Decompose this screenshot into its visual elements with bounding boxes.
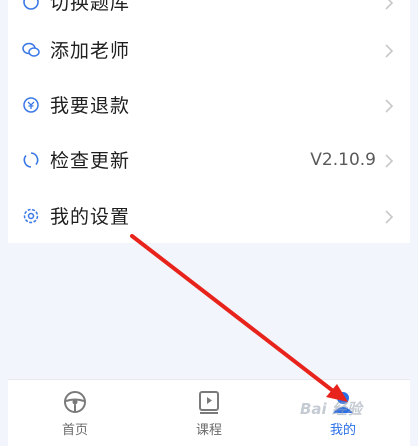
tab-home[interactable]: 首页 xyxy=(8,380,142,446)
menu-item-check-update[interactable]: 检查更新 V2.10.9 xyxy=(8,132,410,187)
profile-icon xyxy=(330,389,356,415)
menu-item-label: 检查更新 xyxy=(50,150,131,172)
menu-item-label: 我的设置 xyxy=(50,206,131,228)
tab-label: 课程 xyxy=(195,423,222,438)
course-play-icon xyxy=(196,389,222,415)
tab-mine[interactable]: 我的 xyxy=(276,380,410,446)
tab-label: 首页 xyxy=(61,423,88,438)
menu-item-my-settings[interactable]: 我的设置 xyxy=(8,188,410,243)
menu-item-label: 我要退款 xyxy=(50,95,131,117)
tab-course[interactable]: 课程 xyxy=(142,380,276,446)
chevron-right-icon xyxy=(384,153,394,168)
menu-item-label: 切换题库 xyxy=(50,0,131,14)
settings-menu: 切换题库 添加老师 我要退款 检查更新 V2.10.9 我的设置 xyxy=(8,0,410,243)
version-value: V2.10.9 xyxy=(310,149,376,170)
bottom-tab-bar: 首页 课程 我的 xyxy=(8,379,410,446)
chevron-right-icon xyxy=(384,43,394,58)
refresh-icon xyxy=(22,151,40,169)
chevron-right-icon xyxy=(384,209,394,224)
tab-label: 我的 xyxy=(329,423,356,438)
switch-icon xyxy=(22,0,40,11)
refund-icon xyxy=(22,96,40,114)
chevron-right-icon xyxy=(384,0,394,10)
menu-item-label: 添加老师 xyxy=(50,40,131,62)
wechat-icon xyxy=(22,41,40,59)
chevron-right-icon xyxy=(384,98,394,113)
gear-icon xyxy=(22,207,40,225)
menu-item-add-teacher[interactable]: 添加老师 xyxy=(8,22,410,77)
menu-item-refund[interactable]: 我要退款 xyxy=(8,77,410,132)
steering-wheel-icon xyxy=(62,389,88,415)
